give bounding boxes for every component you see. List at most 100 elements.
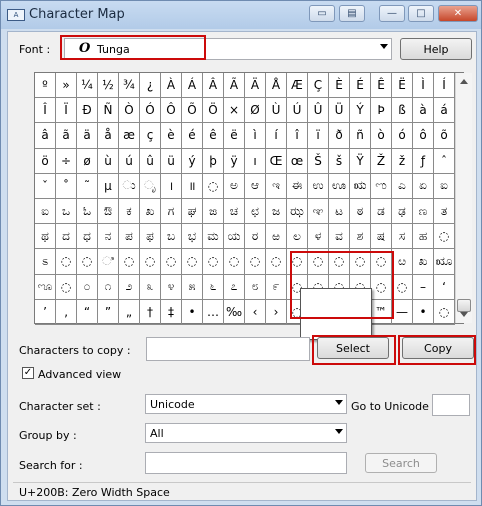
character-cell[interactable]: ೭	[224, 274, 245, 300]
character-cell[interactable]: ñ	[350, 123, 371, 149]
character-cell[interactable]: ಓ	[77, 198, 98, 225]
character-cell[interactable]: º	[35, 73, 56, 99]
maximize-button[interactable]: □	[408, 5, 434, 22]
character-cell[interactable]: ◌	[350, 249, 371, 275]
advanced-view-checkbox[interactable]: ✓	[22, 367, 34, 379]
character-cell[interactable]: ಉ	[308, 173, 329, 199]
group-by-select[interactable]: All	[145, 423, 347, 443]
close-button[interactable]: ✕	[438, 5, 478, 22]
character-cell[interactable]: Â	[203, 73, 224, 99]
character-cell[interactable]: —	[392, 299, 413, 325]
character-cell[interactable]: ◌	[203, 249, 224, 275]
character-cell[interactable]: Ò	[119, 98, 140, 124]
character-cell[interactable]: Á	[182, 73, 203, 99]
characters-to-copy-input[interactable]	[146, 337, 310, 361]
character-cell[interactable]: ವ	[329, 224, 350, 250]
character-cell[interactable]: ã	[56, 123, 77, 149]
character-cell[interactable]: ◌	[434, 299, 455, 325]
character-cell[interactable]: ೯	[266, 274, 287, 300]
character-cell[interactable]: ೫	[182, 274, 203, 300]
character-cell[interactable]: µ	[98, 173, 119, 199]
character-set-select[interactable]: Unicode	[145, 394, 347, 414]
character-cell[interactable]: Ï	[56, 98, 77, 124]
character-cell[interactable]: ƒ	[413, 148, 434, 174]
character-cell[interactable]: Ÿ	[350, 148, 371, 174]
character-cell[interactable]: í	[266, 123, 287, 149]
character-cell[interactable]: ◌	[371, 274, 392, 300]
character-cell[interactable]: ಢ	[392, 198, 413, 225]
character-cell[interactable]: à	[413, 98, 434, 124]
character-cell[interactable]: ◌	[266, 249, 287, 275]
character-cell[interactable]: ನ	[98, 224, 119, 250]
character-cell[interactable]: ಎ	[392, 173, 413, 199]
character-cell[interactable]: ಳ	[308, 224, 329, 250]
character-cell[interactable]: ˚	[56, 173, 77, 199]
character-cell[interactable]: Õ	[182, 98, 203, 124]
character-cell[interactable]: é	[182, 123, 203, 149]
character-cell[interactable]: ◌	[140, 249, 161, 275]
character-cell[interactable]: Í	[434, 73, 455, 99]
character-cell[interactable]: š	[329, 148, 350, 174]
character-cell[interactable]: ◌	[392, 274, 413, 300]
character-cell[interactable]: Œ	[266, 148, 287, 174]
character-cell[interactable]: ೠ	[434, 249, 455, 275]
character-cell[interactable]: ೪	[161, 274, 182, 300]
character-cell[interactable]: ◌	[56, 249, 77, 275]
character-cell[interactable]: ◌	[182, 249, 203, 275]
character-cell[interactable]: Ü	[329, 98, 350, 124]
character-cell[interactable]: ì	[245, 123, 266, 149]
character-cell[interactable]: ೦	[77, 274, 98, 300]
character-cell[interactable]: ‹	[245, 299, 266, 325]
character-cell[interactable]: ಐ	[35, 198, 56, 225]
character-cell[interactable]: Û	[308, 98, 329, 124]
character-cell[interactable]: ù	[98, 148, 119, 174]
character-cell[interactable]: ಅ	[224, 173, 245, 199]
search-button[interactable]: Search	[365, 453, 437, 473]
character-cell[interactable]: ¼	[77, 73, 98, 99]
character-cell[interactable]: ›	[266, 299, 287, 325]
character-cell[interactable]: ü	[161, 148, 182, 174]
character-cell[interactable]: ß	[392, 98, 413, 124]
character-cell[interactable]: ”	[98, 299, 119, 325]
character-cell[interactable]: ಶ	[350, 224, 371, 250]
character-cell[interactable]: ಚ	[224, 198, 245, 225]
character-cell[interactable]: ◌	[434, 224, 455, 250]
character-cell[interactable]: Î	[35, 98, 56, 124]
character-cell[interactable]: ಭ	[182, 224, 203, 250]
character-cell[interactable]: ˇ	[35, 173, 56, 199]
character-cell[interactable]: æ	[119, 123, 140, 149]
character-cell[interactable]: ◌	[308, 249, 329, 275]
character-cell[interactable]: ä	[77, 123, 98, 149]
character-cell[interactable]: ◌ಿ	[98, 249, 119, 275]
character-cell[interactable]: ÿ	[224, 148, 245, 174]
character-cell[interactable]: ಟ	[329, 198, 350, 225]
character-cell[interactable]: Å	[266, 73, 287, 99]
character-cell[interactable]: Ý	[350, 98, 371, 124]
character-cell[interactable]: Ž	[371, 148, 392, 174]
restore-down-icon[interactable]: ▭	[309, 5, 335, 22]
character-cell[interactable]: ಛ	[245, 198, 266, 225]
character-cell[interactable]: ಘ	[182, 198, 203, 225]
character-cell[interactable]: ಗ	[161, 198, 182, 225]
character-cell[interactable]: †	[140, 299, 161, 325]
character-cell[interactable]: •	[413, 299, 434, 325]
character-cell[interactable]: ೮	[245, 274, 266, 300]
character-cell[interactable]: ಋ	[350, 173, 371, 199]
character-cell[interactable]: …	[203, 299, 224, 325]
character-cell[interactable]: ಯ	[224, 224, 245, 250]
chevron-down-icon[interactable]	[335, 429, 343, 434]
character-cell[interactable]: Æ	[287, 73, 308, 99]
character-cell[interactable]: Ë	[392, 73, 413, 99]
character-cell[interactable]: ç	[140, 123, 161, 149]
scroll-up-icon[interactable]	[460, 79, 468, 84]
character-cell[interactable]: ಝ	[287, 198, 308, 225]
font-select[interactable]: O Tunga	[64, 38, 392, 60]
select-button[interactable]: Select	[317, 337, 389, 359]
minimize-button[interactable]: —	[379, 5, 405, 22]
character-cell[interactable]: ಊ	[329, 173, 350, 199]
character-cell[interactable]: ಷ	[371, 224, 392, 250]
character-cell[interactable]: ™	[371, 299, 392, 325]
character-cell[interactable]: Þ	[371, 98, 392, 124]
character-cell[interactable]: ಲ	[287, 224, 308, 250]
chevron-down-icon[interactable]	[335, 400, 343, 405]
